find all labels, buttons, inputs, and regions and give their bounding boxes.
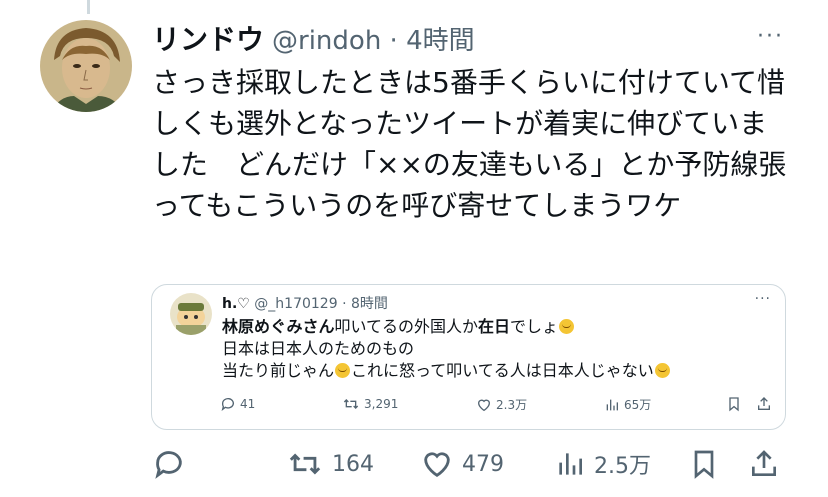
reply-icon [155, 451, 182, 479]
quote-handle-time[interactable]: @_h170129 · 8時間 [254, 296, 388, 312]
more-icon[interactable]: ··· [757, 24, 784, 49]
tweet-action-bar: 164 479 2.5万 [152, 447, 792, 485]
like-count: 479 [462, 451, 504, 477]
emoji-icon [335, 363, 351, 378]
quote-reply-button[interactable]: 41 [220, 396, 255, 412]
like-icon [424, 452, 450, 478]
quote-line-1: 林原めぐみさん叩いてるの外国人か在日でしょ [222, 316, 671, 338]
reply-button[interactable] [152, 447, 186, 481]
bookmark-icon [694, 450, 714, 479]
quote-header: h.♡ @_h170129 · 8時間 [222, 293, 388, 313]
avatar[interactable] [40, 20, 132, 112]
views-count: 2.5万 [594, 454, 651, 479]
repost-count: 164 [332, 451, 374, 477]
quote-text: 林原めぐみさん叩いてるの外国人か在日でしょ 日本は日本人のためのもの 当たり前じ… [222, 316, 671, 382]
quote-line-3: 当たり前じゃん これに怒って叩いてる人は日本人じゃない [222, 360, 671, 382]
bookmark-button[interactable] [688, 447, 720, 481]
quote-line-2: 日本は日本人のためのもの [222, 339, 415, 358]
quote-bookmark-button[interactable] [726, 396, 742, 412]
thread-connector-line [87, 0, 90, 14]
quoted-tweet[interactable]: h.♡ @_h170129 · 8時間 ··· 林原めぐみさん叩いてるの外国人か… [151, 284, 786, 430]
quote-views-button[interactable]: 65万 [604, 396, 651, 413]
quote-share-button[interactable] [756, 396, 772, 412]
quote-action-bar: 41 3,291 2.3万 65万 [220, 396, 776, 418]
repost-icon [343, 399, 359, 409]
repost-icon [289, 453, 321, 475]
reply-icon [221, 398, 234, 411]
author-handle-time[interactable]: @rindoh · 4時間 [272, 20, 475, 57]
share-button[interactable] [748, 447, 780, 481]
views-icon [606, 399, 618, 410]
like-button[interactable]: 479 [420, 447, 504, 481]
share-icon [758, 397, 770, 410]
quote-avatar[interactable] [170, 293, 212, 335]
emoji-icon [654, 363, 670, 378]
repost-button[interactable]: 164 [286, 447, 374, 481]
author-name[interactable]: リンドウ [152, 18, 264, 58]
views-icon [559, 453, 582, 475]
quote-author-name[interactable]: h.♡ [222, 296, 250, 312]
like-icon [477, 399, 491, 411]
quote-more-icon[interactable]: ··· [755, 291, 771, 307]
tweet-header: リンドウ @rindoh · 4時間 [152, 18, 475, 62]
views-button[interactable]: 2.5万 [554, 447, 651, 481]
tweet-text: さっき採取したときは5番手くらいに付けていて惜しくも選外となったツイートが着実に… [152, 66, 787, 222]
quote-like-button[interactable]: 2.3万 [476, 396, 527, 413]
share-icon [752, 450, 776, 476]
emoji-icon [559, 319, 575, 334]
quote-repost-button[interactable]: 3,291 [342, 396, 398, 412]
bookmark-icon [729, 397, 739, 412]
